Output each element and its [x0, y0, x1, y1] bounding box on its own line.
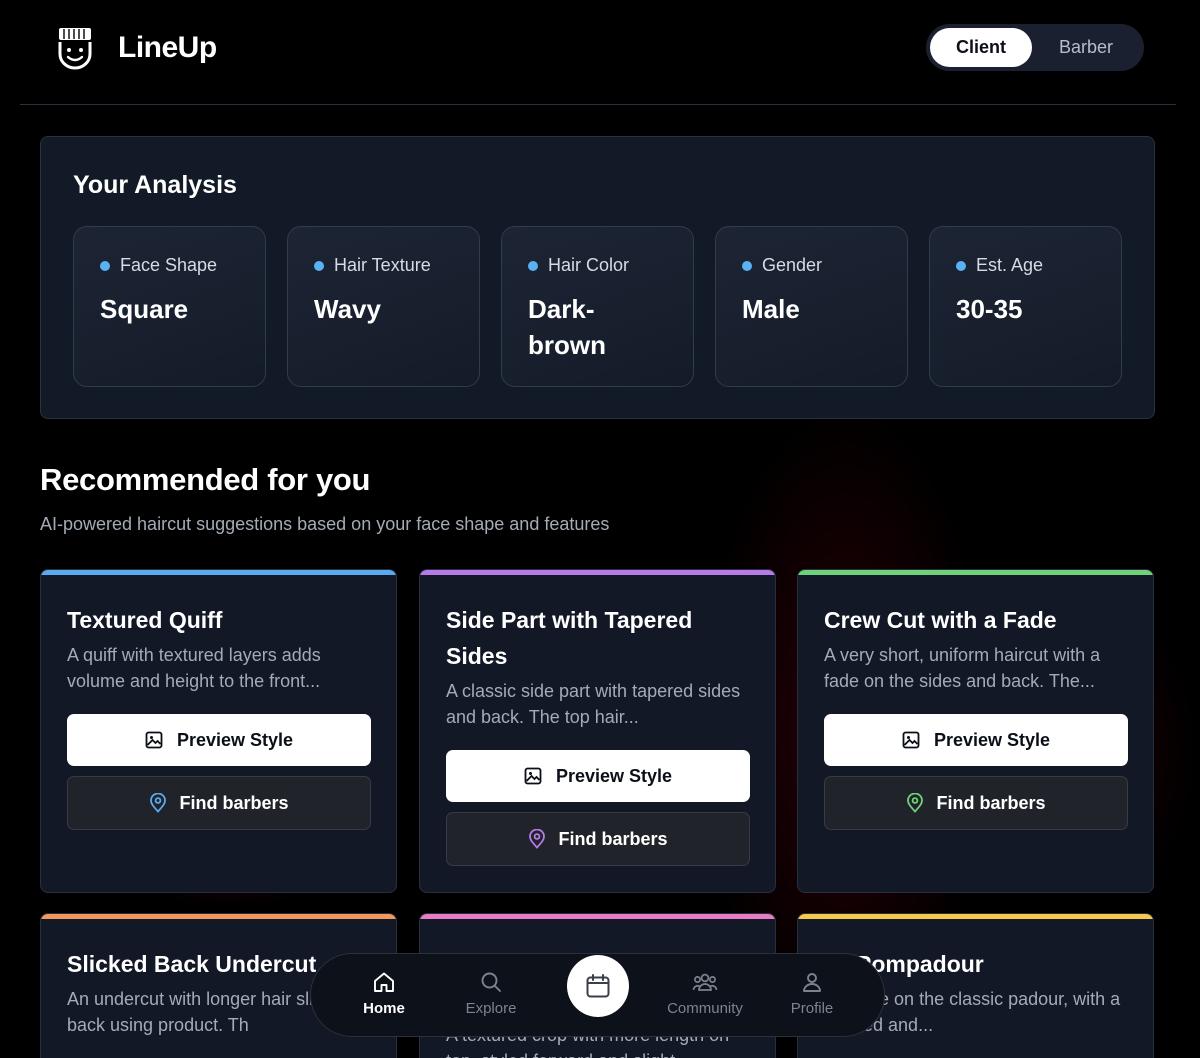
recommended-title: Recommended for you	[40, 462, 371, 497]
search-icon	[481, 972, 501, 992]
card-accent-bar	[420, 570, 775, 575]
find-barbers-label: Find barbers	[179, 792, 289, 813]
home-icon	[374, 972, 394, 992]
preview-style-label: Preview Style	[933, 729, 1051, 750]
find-barbers-button[interactable]: Find barbers	[67, 776, 371, 830]
header-divider	[20, 104, 1176, 105]
bottom-nav: Home Explore Community Profile	[310, 953, 885, 1037]
nav-label: Explore	[465, 1000, 517, 1017]
find-barbers-button[interactable]: Find barbers	[446, 812, 750, 866]
metric-label-row: Hair Color	[528, 255, 629, 276]
nav-label: Profile	[790, 1000, 834, 1017]
card-description: A quiff with textured layers adds volume…	[67, 645, 321, 691]
metric-hair-texture: Hair Texture Wavy	[287, 226, 480, 387]
metric-label-row: Gender	[742, 255, 822, 276]
metric-label: Hair Texture	[334, 255, 431, 275]
user-icon	[803, 973, 821, 992]
metric-label: Face Shape	[120, 255, 218, 275]
card-title: Crew Cut with a Fade	[824, 607, 1057, 633]
status-dot	[314, 260, 324, 271]
client-mode-button[interactable]: Client	[930, 28, 1032, 67]
metric-hair-color: Hair Color Dark-brown	[501, 226, 694, 387]
analysis-title: Your Analysis	[73, 171, 237, 199]
nav-explore[interactable]: Explore	[446, 970, 536, 1017]
status-dot	[742, 260, 752, 271]
mode-toggle: Client Barber	[926, 24, 1144, 71]
find-barbers-label: Find barbers	[558, 828, 668, 849]
metric-face-shape: Face Shape Square	[73, 226, 266, 387]
image-icon	[902, 731, 920, 749]
preview-style-label: Preview Style	[555, 765, 673, 786]
metric-label: Est. Age	[976, 255, 1044, 275]
nav-home[interactable]: Home	[339, 970, 429, 1017]
metric-value: Wavy	[314, 294, 381, 324]
card-accent-bar	[41, 570, 396, 575]
find-barbers-label: Find barbers	[936, 792, 1046, 813]
preview-style-button[interactable]: Preview Style	[67, 714, 371, 766]
metric-value: 30-35	[956, 294, 1023, 324]
nav-label: Community	[667, 1000, 743, 1017]
card-accent-bar	[41, 914, 396, 919]
metric-value: Dark-brown	[528, 294, 606, 360]
map-pin-icon	[149, 793, 167, 813]
metric-label: Gender	[762, 255, 823, 275]
preview-style-button[interactable]: Preview Style	[824, 714, 1128, 766]
users-icon	[692, 973, 718, 991]
card-accent-bar	[798, 914, 1153, 919]
status-dot	[528, 260, 538, 271]
card-description: A classic side part with tapered sides a…	[446, 681, 741, 727]
haircut-card[interactable]: Crew Cut with a Fade A very short, unifo…	[797, 569, 1154, 893]
analysis-panel: Your Analysis Face Shape Square Hair Tex…	[40, 136, 1155, 419]
haircut-card[interactable]: Side Part with Tapered Sides A classic s…	[419, 569, 776, 893]
nav-community[interactable]: Community	[660, 970, 750, 1017]
card-accent-bar	[798, 570, 1153, 575]
haircut-card[interactable]: Textured Quiff A quiff with textured lay…	[40, 569, 397, 893]
image-icon	[145, 731, 163, 749]
app-header: LineUp Client Barber	[0, 0, 1200, 96]
status-dot	[956, 260, 966, 271]
metric-value: Male	[742, 294, 800, 324]
book-appointment-button[interactable]	[567, 955, 629, 1017]
metric-label: Hair Color	[548, 255, 630, 275]
image-icon	[524, 767, 542, 785]
preview-style-label: Preview Style	[176, 729, 294, 750]
card-title: Textured Quiff	[67, 607, 223, 633]
metric-label-row: Hair Texture	[314, 255, 431, 276]
calendar-icon	[586, 974, 610, 998]
app-name: LineUp	[118, 31, 217, 64]
nav-label: Home	[363, 1000, 405, 1017]
status-dot	[100, 260, 110, 271]
metric-gender: Gender Male	[715, 226, 908, 387]
card-accent-bar	[420, 914, 775, 919]
metric-est-age: Est. Age 30-35	[929, 226, 1122, 387]
nav-profile[interactable]: Profile	[767, 970, 857, 1017]
metric-value: Square	[100, 294, 189, 324]
find-barbers-button[interactable]: Find barbers	[824, 776, 1128, 830]
logo[interactable]: LineUp	[56, 26, 217, 70]
barber-face-icon	[58, 28, 92, 70]
metric-label-row: Face Shape	[100, 255, 217, 276]
barber-mode-button[interactable]: Barber	[1032, 28, 1140, 67]
map-pin-icon	[528, 829, 546, 849]
card-description: A very short, uniform haircut with a fad…	[824, 645, 1101, 691]
map-pin-icon	[906, 793, 924, 813]
recommended-subtitle: AI-powered haircut suggestions based on …	[40, 514, 610, 534]
preview-style-button[interactable]: Preview Style	[446, 750, 750, 802]
metric-label-row: Est. Age	[956, 255, 1043, 276]
card-title: Side Part with Tapered Sides	[446, 607, 693, 669]
